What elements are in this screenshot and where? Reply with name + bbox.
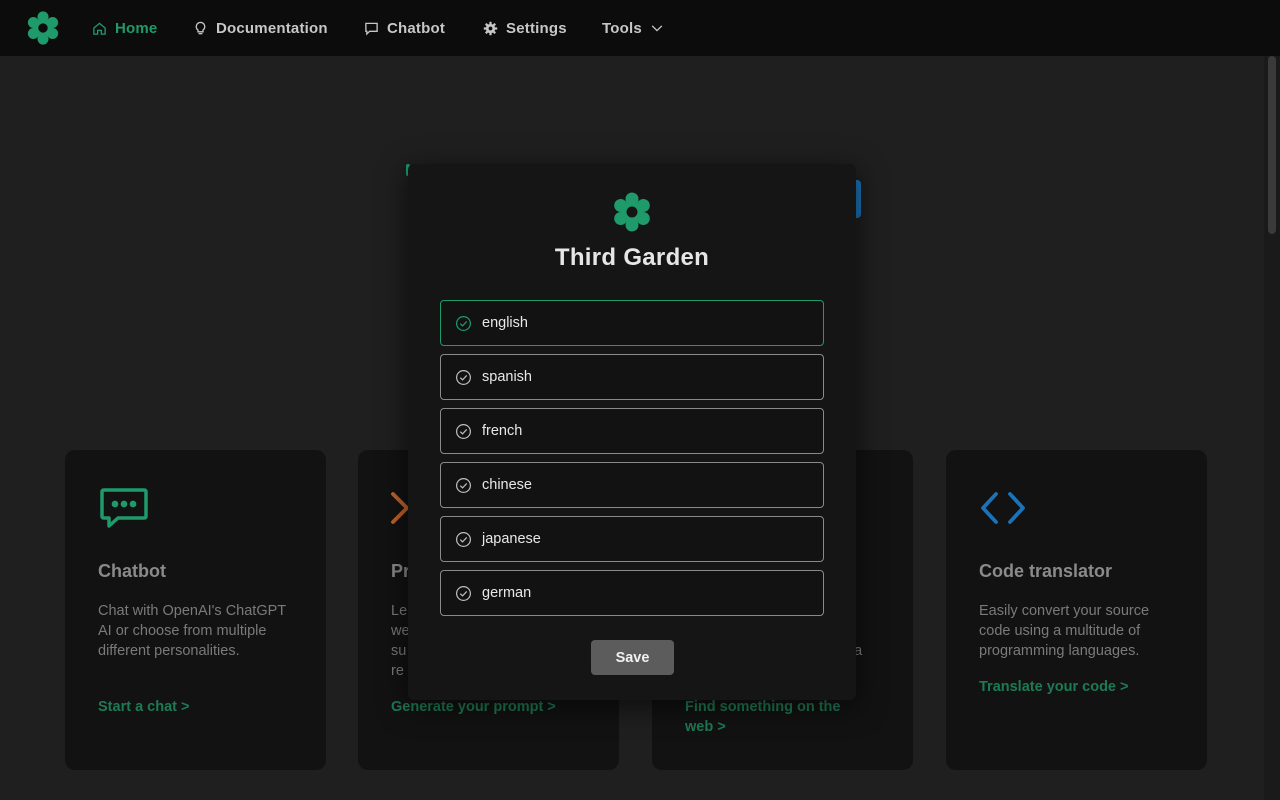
language-modal: Third Garden english spanish french chin… [408,164,856,700]
nav-chatbot[interactable]: Chatbot [364,0,445,56]
page-scrollbar[interactable] [1264,56,1280,800]
scrollbar-thumb[interactable] [1268,56,1276,234]
language-label: german [482,585,532,601]
language-option-german[interactable]: german [440,570,824,616]
nav-documentation-label: Documentation [216,19,328,37]
language-label: chinese [482,477,532,493]
check-circle-icon [455,369,472,385]
check-circle-icon [455,315,472,331]
nav-tools-label: Tools [602,19,642,37]
language-option-chinese[interactable]: chinese [440,462,824,508]
language-option-french[interactable]: french [440,408,824,454]
save-button[interactable]: Save [591,640,674,675]
lightbulb-icon [195,21,206,34]
gear-icon [483,21,498,35]
check-circle-icon [455,585,472,601]
chevron-down-icon [651,25,663,32]
modal-title: Third Garden [554,244,710,271]
chat-bubble-icon [365,22,378,35]
check-circle-icon [455,531,472,547]
nav-documentation[interactable]: Documentation [193,0,328,56]
nav-settings-label: Settings [506,19,567,37]
flower-logo-icon[interactable] [26,11,60,45]
language-label: english [482,315,528,331]
top-navigation-bar: Home Documentation Chatbot Settings Tool… [0,0,1280,56]
nav-chatbot-label: Chatbot [387,19,446,37]
check-circle-icon [455,477,472,493]
language-option-japanese[interactable]: japanese [440,516,824,562]
nav-tools-dropdown[interactable]: Tools [602,0,664,56]
language-label: japanese [482,531,541,547]
home-icon [93,21,106,35]
nav-home-label: Home [115,19,158,37]
nav-settings[interactable]: Settings [483,0,567,56]
check-circle-icon [455,423,472,439]
nav-home[interactable]: Home [92,0,157,56]
language-label: spanish [482,369,532,385]
language-option-spanish[interactable]: spanish [440,354,824,400]
language-option-english[interactable]: english [440,300,824,346]
flower-logo-icon [614,192,650,232]
language-label: french [482,423,523,439]
